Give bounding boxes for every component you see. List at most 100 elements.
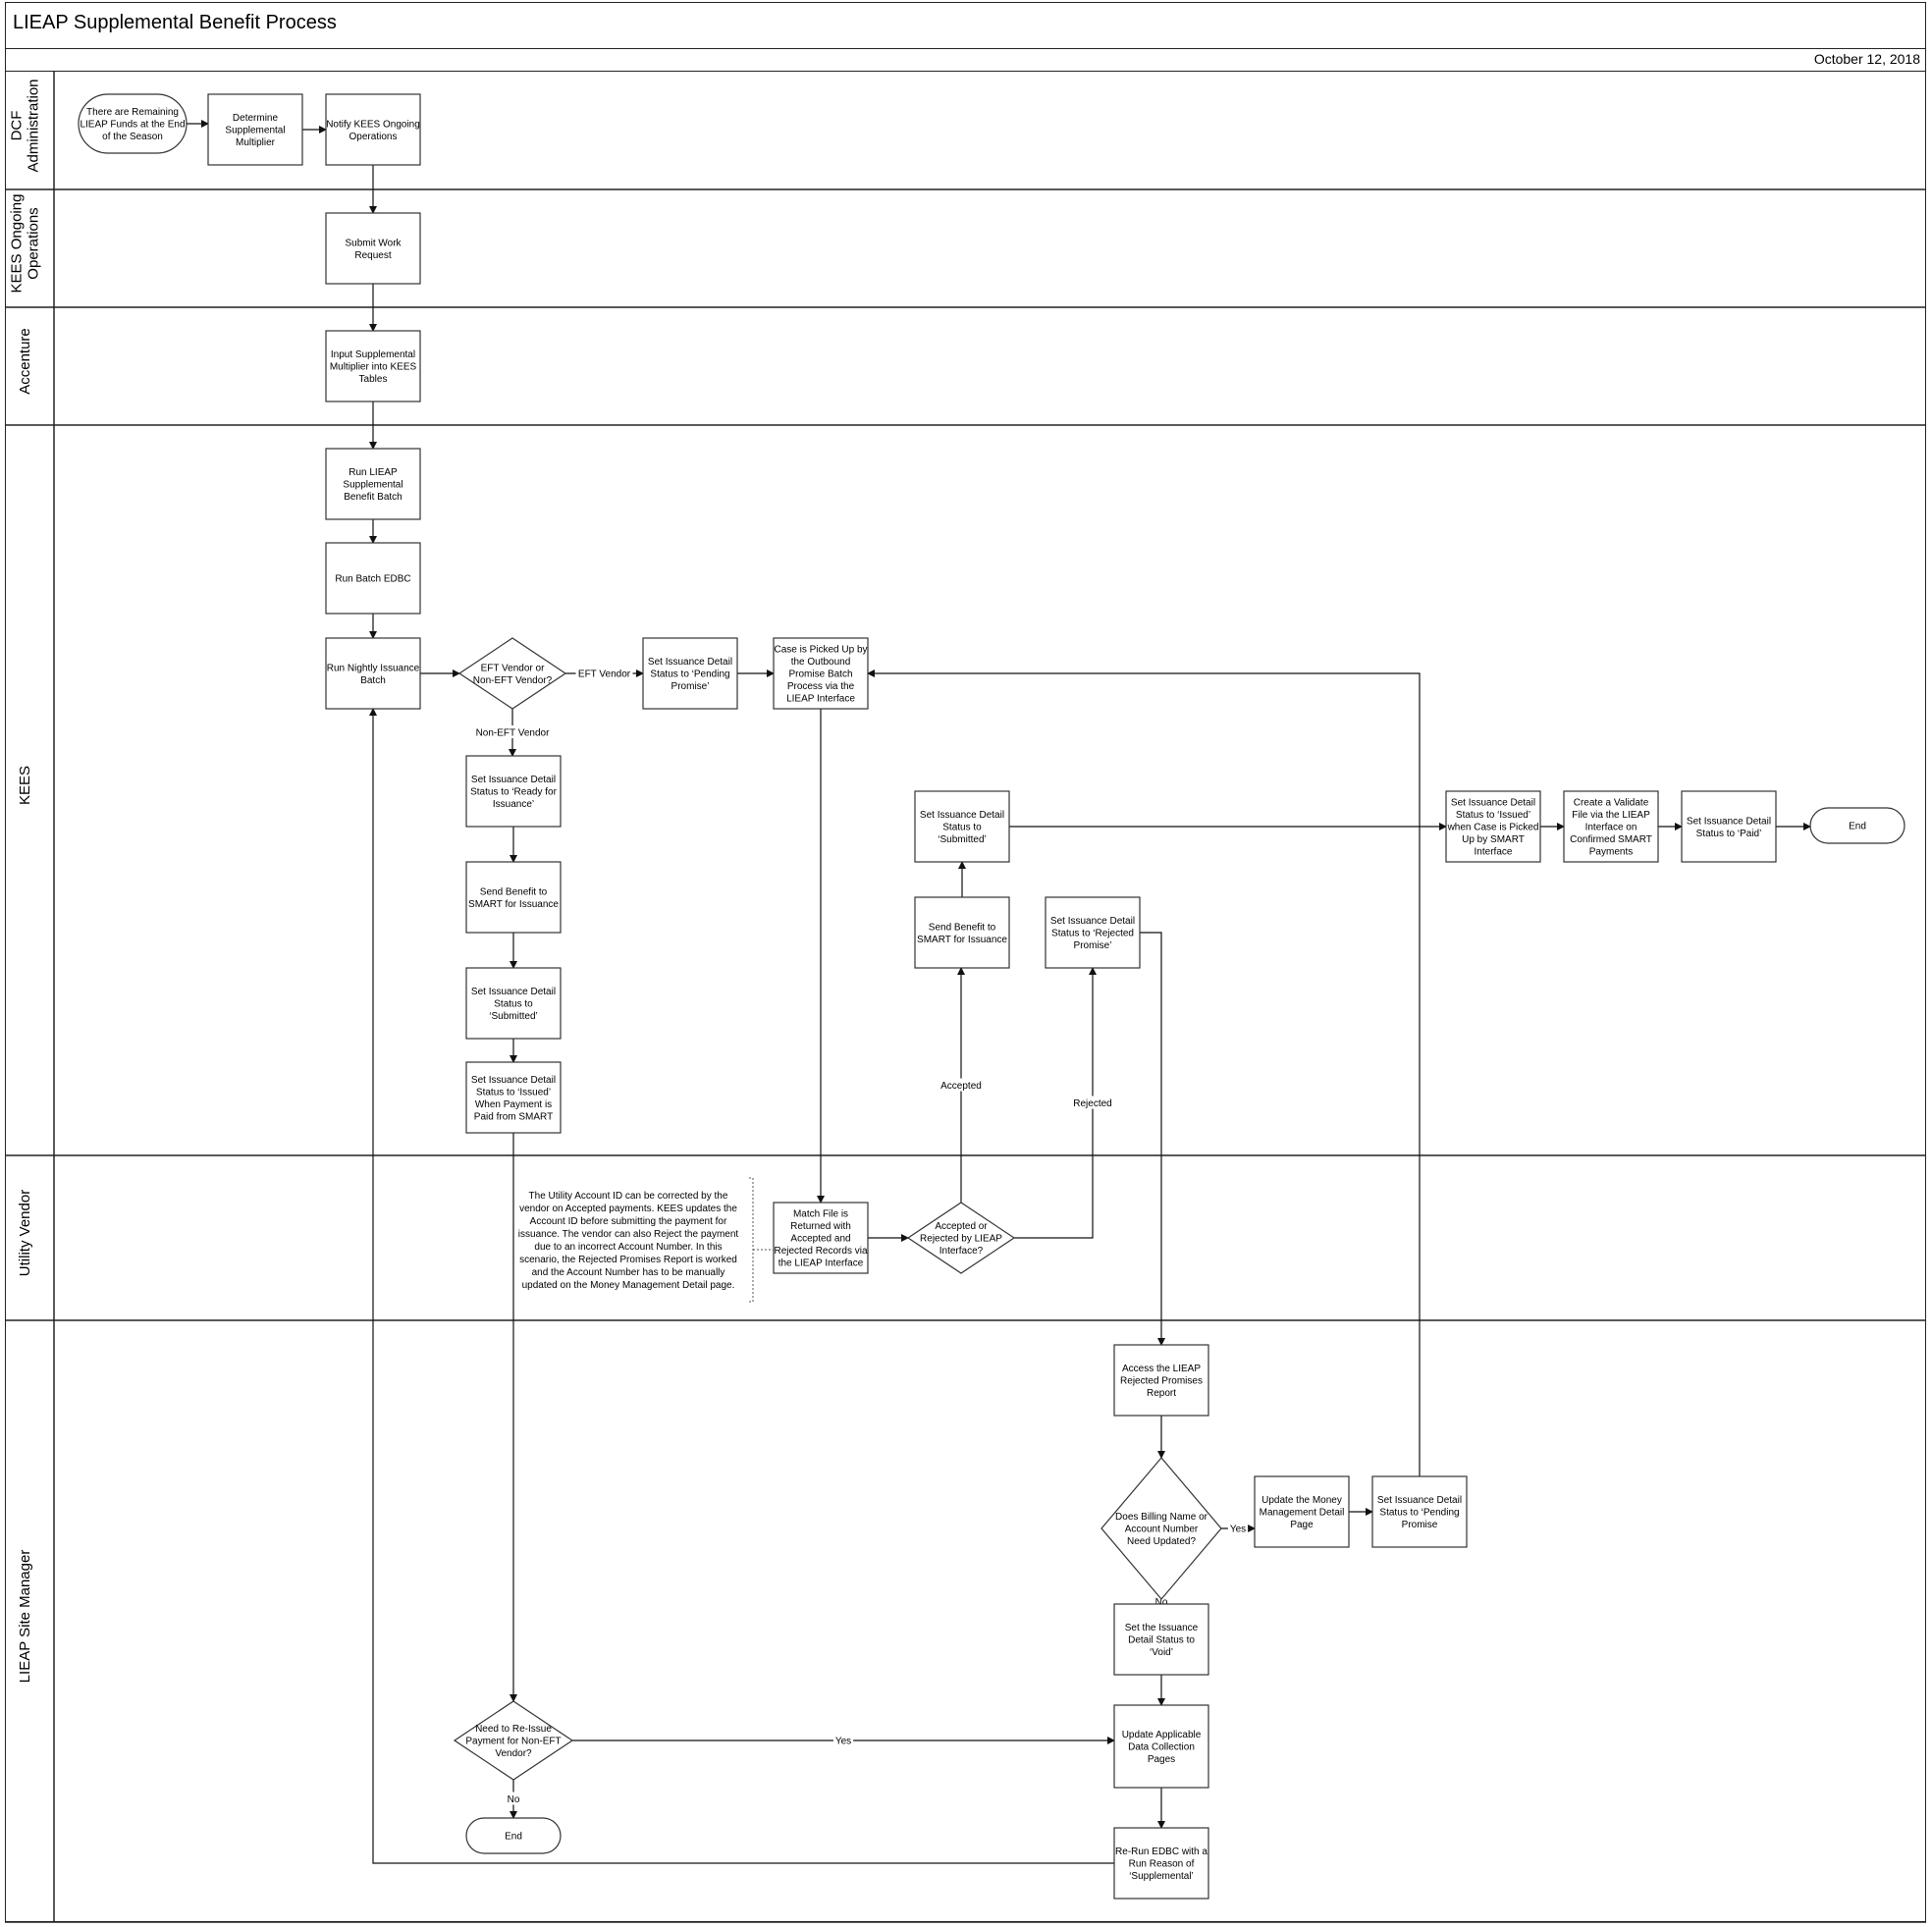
node-rejected-promise[interactable]: Set Issuance Detail Status to ‘RejectedPr… (1045, 896, 1141, 969)
node-text: Non-EFT Vendor? (473, 675, 553, 686)
node-text: Payments (1589, 847, 1633, 858)
edge-reissue-decision-to-end-2: No (506, 1780, 521, 1819)
node-text: Pages (1148, 1754, 1175, 1765)
lane-label: LIEAP Site Manager (17, 1550, 33, 1684)
node-access-report[interactable]: Access the LIEAP Rejected PromisesReport (1113, 1344, 1209, 1417)
node-text: Report (1147, 1388, 1176, 1399)
node-text: End (505, 1832, 522, 1843)
connector-line (1140, 932, 1165, 1346)
edge-label: Yes (1230, 1525, 1246, 1535)
lane-label: DCF (9, 111, 26, 141)
node-eft-decision[interactable]: EFT Vendor or Non-EFT Vendor? (457, 637, 567, 710)
node-annotation[interactable]: The Utility Account ID can be corrected … (518, 1177, 774, 1303)
node-text: Tables (359, 374, 388, 385)
lane-kees_ops: KEES Ongoing Operations (5, 189, 1926, 308)
node-text: Promise’ (1074, 940, 1112, 951)
edge-label: Non-EFT Vendor (476, 728, 551, 739)
node-text: When Payment is (475, 1099, 552, 1110)
node-ready-issuance[interactable]: Set Issuance Detail Status to ‘Ready forI… (465, 755, 562, 828)
node-text: Accepted and (790, 1234, 850, 1245)
node-text: End (1849, 822, 1866, 832)
node-text: EFT Vendor or (481, 663, 546, 673)
node-submitted-2[interactable]: Set Issuance Detail Status to‘Submitted’ (914, 790, 1010, 863)
node-accept-decision[interactable]: Accepted or Rejected by LIEAPInterface? (906, 1202, 1016, 1274)
node-rerun-edbc[interactable]: Re-Run EDBC with a Run Reason of‘Suppleme… (1113, 1827, 1209, 1900)
node-pending-promise[interactable]: Set Issuance DetailStatus to ‘PendingPro… (642, 637, 738, 710)
node-text: Batch (360, 675, 386, 686)
node-text: Set Issuance Detail (471, 1075, 556, 1086)
node-submit-wr[interactable]: Submit Work Request (325, 212, 421, 285)
edge-label: Accepted (940, 1081, 982, 1092)
node-run-nightly[interactable]: Run Nightly Issuance Batch (325, 637, 421, 710)
node-start[interactable]: There are Remaining LIEAP Funds at the En… (78, 93, 188, 154)
node-text: Update the Money (1261, 1495, 1342, 1506)
node-match-file[interactable]: Match File isReturned with Accepted andRe… (773, 1202, 869, 1274)
lane-kees: KEES (5, 425, 1926, 1156)
node-text: Status to (494, 999, 533, 1010)
node-text: Status to ‘Issued’ (1456, 810, 1530, 821)
node-text: Determine (233, 113, 279, 124)
edge-eft-decision-to-pending-promise: EFT Vendor (565, 667, 644, 680)
node-update-money[interactable]: Update the Money Management DetailPage (1254, 1475, 1350, 1548)
edge-label: No (508, 1794, 520, 1805)
node-update-dc[interactable]: Update Applicable Data CollectionPages (1113, 1704, 1209, 1789)
node-end-2[interactable]: End (465, 1817, 562, 1854)
node-text: Status to ‘Pending (1379, 1508, 1459, 1519)
node-text: Interface on (1585, 823, 1637, 833)
node-text: Up by SMART (1462, 834, 1525, 845)
node-send-smart-1[interactable]: Send Benefit to SMART for Issuance (465, 861, 562, 934)
node-text: updated on the Money Management Detail p… (522, 1280, 735, 1291)
node-text: Promise (1402, 1520, 1438, 1530)
node-case-picked[interactable]: Case is Picked Up bythe OutboundPromise … (773, 637, 869, 710)
node-text: Send Benefit to (929, 922, 996, 933)
node-text: Payment for Non-EFT (465, 1737, 561, 1747)
node-reissue-decision[interactable]: Need to Re-Issue Payment for Non-EFTVendo… (453, 1700, 574, 1781)
node-text: Set Issuance Detail (1451, 798, 1535, 809)
node-send-smart-2[interactable]: Send Benefit to SMART for Issuance (914, 896, 1010, 969)
node-text: ‘Supplemental’ (1129, 1871, 1194, 1882)
node-billing-decision[interactable]: Does Billing Name or Account NumberNeed U… (1100, 1457, 1222, 1600)
node-end-1[interactable]: End (1809, 807, 1905, 844)
node-determine[interactable]: Determine SupplementalMultiplier (207, 93, 303, 166)
node-validate-file[interactable]: Create a ValidateFile via the LIEAP Inter… (1563, 790, 1659, 863)
node-text: Set Issuance Detail (648, 657, 732, 668)
node-issued-picked[interactable]: Set Issuance DetailStatus to ‘Issued’ whe… (1445, 790, 1541, 863)
node-text: Interface (1475, 847, 1513, 858)
node-text: LIEAP Interface (786, 694, 855, 705)
lane-label: Operations (26, 207, 42, 279)
lane-label: Administration (26, 79, 42, 172)
node-submitted-1[interactable]: Set Issuance Detail Status to‘Submitted’ (465, 967, 562, 1040)
node-text: Run LIEAP (349, 467, 398, 478)
node-run-edbc[interactable]: Run Batch EDBC (325, 542, 421, 615)
node-text: Data Collection (1128, 1742, 1195, 1753)
node-text: when Case is Picked (1447, 823, 1539, 833)
node-text: Rejected by LIEAP (920, 1234, 1002, 1245)
node-run-lieap[interactable]: Run LIEAP SupplementalBenefit Batch (325, 448, 421, 520)
node-paid[interactable]: Set Issuance Detail Status to ‘Paid’ (1681, 790, 1777, 863)
node-notify[interactable]: Notify KEES Ongoing Operations (325, 93, 421, 166)
node-text: Case is Picked Up by (774, 645, 867, 656)
node-input-mult[interactable]: Input Supplemental Multiplier into KEESTa… (325, 330, 421, 402)
node-text: Returned with (790, 1221, 851, 1232)
node-text: Status to ‘Ready for (470, 787, 557, 798)
edge-eft-decision-to-ready-issuance: Non-EFT Vendor (473, 709, 552, 757)
node-text: Confirmed SMART (1570, 834, 1652, 845)
node-text: Set Issuance Detail (471, 987, 556, 997)
node-text: Promise’ (671, 681, 710, 692)
node-text: There are Remaining (86, 107, 179, 118)
node-text: Supplemental (225, 126, 285, 136)
node-text: Account ID before submitting the payment… (530, 1216, 727, 1227)
node-pending-promise-2[interactable]: Set Issuance Detail Status to ‘PendingPro… (1371, 1475, 1468, 1548)
node-text: Status to ‘Issued’ (476, 1087, 551, 1097)
node-void[interactable]: Set the Issuance Detail Status to‘Void’ (1113, 1603, 1209, 1676)
lane-label: Utility Vendor (17, 1190, 33, 1276)
node-text: Status to (942, 823, 982, 833)
node-text: Notify KEES Ongoing (326, 119, 420, 130)
lane-label: KEES Ongoing (9, 194, 26, 294)
node-text: Process via the (787, 681, 855, 692)
node-text: ‘Submitted’ (938, 834, 986, 845)
node-text: issuance. The vendor can also Reject the… (518, 1229, 739, 1240)
node-issued-paid[interactable]: Set Issuance DetailStatus to ‘Issued’ Whe… (465, 1061, 562, 1134)
node-text: Vendor? (495, 1748, 532, 1759)
node-text: Promise Batch (788, 669, 852, 680)
